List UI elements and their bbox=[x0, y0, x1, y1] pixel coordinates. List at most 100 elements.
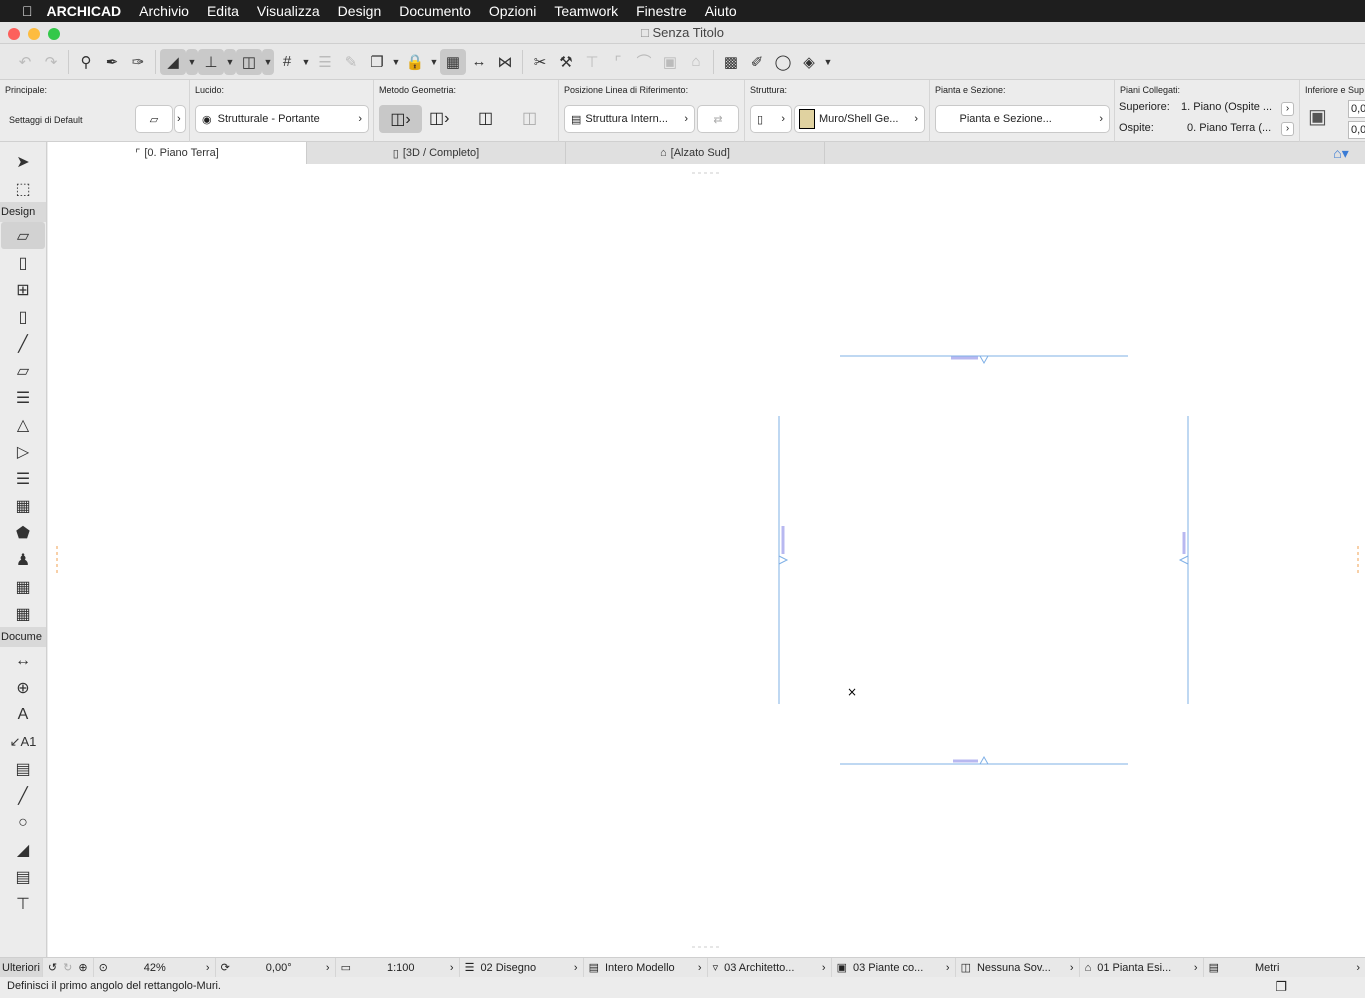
zoom-back-icon[interactable]: ↺ bbox=[48, 961, 57, 974]
layer-select[interactable]: ◉ Strutturale - Portante › bbox=[195, 105, 369, 133]
morph-tool-icon[interactable]: ⬟ bbox=[1, 519, 45, 546]
text-tool-icon[interactable]: A bbox=[1, 701, 45, 728]
pencil-icon[interactable]: ✎ bbox=[338, 49, 364, 75]
trapezoid-wall-method-button[interactable]: ◫ bbox=[478, 108, 493, 128]
section-documento[interactable]: Docume bbox=[0, 627, 46, 647]
more-tools-icon[interactable]: ⊤ bbox=[1, 890, 45, 917]
roof-tool-icon[interactable]: △ bbox=[1, 411, 45, 438]
menu-documento[interactable]: Documento bbox=[399, 3, 471, 19]
settings-chevron[interactable]: › bbox=[174, 105, 186, 133]
polyline-tool-icon[interactable]: ◢ bbox=[1, 836, 45, 863]
drawing-tool-icon[interactable]: ▤ bbox=[1, 863, 45, 890]
intersect-icon[interactable]: ⌜ bbox=[605, 49, 631, 75]
railing-tool-icon[interactable]: ☰ bbox=[1, 465, 45, 492]
guide-lines-icon[interactable]: ◢ bbox=[160, 48, 186, 75]
suspend-groups-icon[interactable]: ▦ bbox=[440, 48, 466, 75]
menu-design[interactable]: Design bbox=[338, 3, 382, 19]
undo-icon[interactable]: ↶ bbox=[12, 49, 38, 75]
slab-tool-icon[interactable]: ▱ bbox=[1, 357, 45, 384]
menu-visualizza[interactable]: Visualizza bbox=[257, 3, 320, 19]
minimize-button[interactable] bbox=[28, 28, 40, 40]
chevron-down-icon[interactable]: ▼ bbox=[428, 49, 440, 75]
lock-icon[interactable]: 🔒 bbox=[402, 49, 428, 75]
zoom-in-icon[interactable]: ⊕ bbox=[78, 961, 87, 974]
menu-teamwork[interactable]: Teamwork bbox=[554, 3, 618, 19]
menu-aiuto[interactable]: Aiuto bbox=[705, 3, 737, 19]
chevron-down-icon[interactable]: ▼ bbox=[822, 49, 834, 75]
dimension-tool-icon[interactable]: ↔ bbox=[1, 647, 45, 674]
top-offset-input[interactable]: 0,0 bbox=[1348, 100, 1365, 118]
bottom-offset-input[interactable]: 0,0 bbox=[1348, 121, 1365, 139]
beam-tool-icon[interactable]: ╱ bbox=[1, 330, 45, 357]
find-select-icon[interactable]: ⚲ bbox=[73, 49, 99, 75]
navigator-button[interactable]: ⌂▾ bbox=[1317, 142, 1365, 164]
offset-icon[interactable]: ▣ bbox=[657, 49, 683, 75]
stair-tool-icon[interactable]: ☰ bbox=[1, 384, 45, 411]
pen-set-select[interactable]: ▿ 03 Architetto... › bbox=[708, 957, 832, 978]
home-story-value[interactable]: 0. Piano Terra (... bbox=[1187, 122, 1271, 134]
units-select[interactable]: ▤ Metri › bbox=[1204, 958, 1365, 978]
structure-type-button[interactable]: ▯ › bbox=[750, 105, 792, 133]
reference-line-select[interactable]: ▤ Struttura Intern... › bbox=[564, 105, 695, 133]
layers-icon[interactable]: ☰ bbox=[312, 49, 338, 75]
menu-finestre[interactable]: Finestre bbox=[636, 3, 687, 19]
zone-tool-icon[interactable]: ▦ bbox=[1, 573, 45, 600]
surface-icon[interactable]: ◈ bbox=[796, 49, 822, 75]
dimension-style-select[interactable]: ▣ 03 Piante co... › bbox=[832, 957, 956, 978]
fillet-icon[interactable]: ⌒ bbox=[631, 49, 657, 75]
explode-icon[interactable]: ▩ bbox=[718, 49, 744, 75]
trim-icon[interactable]: ✂ bbox=[527, 49, 553, 75]
window-tool-icon[interactable]: ⊞ bbox=[1, 276, 45, 303]
top-link-button[interactable]: › bbox=[1281, 102, 1294, 116]
home-story-button[interactable]: › bbox=[1281, 122, 1294, 136]
arc-tool-icon[interactable]: ○ bbox=[1, 809, 45, 836]
tab-3d[interactable]: ▯ [3D / Completo] bbox=[307, 142, 566, 164]
scale-select[interactable]: ▭ 1:100 › bbox=[336, 957, 460, 978]
fill-tool-icon[interactable]: ▤ bbox=[1, 755, 45, 782]
door-tool-icon[interactable]: ▯ bbox=[1, 249, 45, 276]
menu-edita[interactable]: Edita bbox=[207, 3, 239, 19]
window-toggle-icon[interactable]: ❐ bbox=[1275, 978, 1287, 996]
mesh-tool-icon[interactable]: ▦ bbox=[1, 600, 45, 627]
layer-combination-select[interactable]: ☰ 02 Disegno › bbox=[460, 957, 584, 978]
chevron-down-icon[interactable]: ▼ bbox=[262, 48, 274, 75]
chevron-down-icon[interactable]: ▼ bbox=[224, 48, 236, 75]
arrow-tool-icon[interactable]: ➤ bbox=[1, 148, 45, 175]
chevron-down-icon[interactable]: ▼ bbox=[390, 49, 402, 75]
polygon-wall-method-button[interactable]: ◫ bbox=[522, 108, 537, 128]
chevron-down-icon[interactable]: ▼ bbox=[300, 49, 312, 75]
redo-icon[interactable]: ↷ bbox=[38, 49, 64, 75]
column-tool-icon[interactable]: ▯ bbox=[1, 303, 45, 330]
top-link-value[interactable]: 1. Piano (Ospite ... bbox=[1181, 101, 1272, 113]
tab-floor-plan[interactable]: ⌜ [0. Piano Terra] bbox=[48, 142, 307, 164]
line-tool-icon[interactable]: ╱ bbox=[1, 782, 45, 809]
grid-snap-icon[interactable]: # bbox=[274, 49, 300, 75]
shell-tool-icon[interactable]: ▷ bbox=[1, 438, 45, 465]
snap-points-icon[interactable]: ◫ bbox=[236, 48, 262, 75]
marquee-tool-icon[interactable]: ⬚ bbox=[1, 175, 45, 202]
roof-trim-icon[interactable]: ⌂ bbox=[683, 49, 709, 75]
apple-icon[interactable]:  bbox=[22, 3, 33, 19]
flip-reference-button[interactable]: ⇄ bbox=[697, 105, 739, 133]
wall-settings-button[interactable]: ▱ bbox=[135, 105, 173, 133]
model-view-select[interactable]: ▤ Intero Modello › bbox=[584, 957, 708, 978]
dimension-icon[interactable]: ↔ bbox=[466, 49, 492, 75]
curtain-wall-tool-icon[interactable]: ▦ bbox=[1, 492, 45, 519]
snap-guides-icon[interactable]: ⊥ bbox=[198, 48, 224, 75]
rotation-select[interactable]: ⟳ 0,00° › bbox=[216, 957, 336, 978]
drawing-canvas[interactable]: × bbox=[48, 164, 1365, 957]
brush-icon[interactable]: ✐ bbox=[744, 49, 770, 75]
object-tool-icon[interactable]: ♟ bbox=[1, 546, 45, 573]
close-button[interactable] bbox=[8, 28, 20, 40]
more-button[interactable]: Ulteriori bbox=[0, 957, 43, 978]
zoom-button[interactable] bbox=[48, 28, 60, 40]
label-tool-icon[interactable]: ↙A1 bbox=[1, 728, 45, 755]
eyedropper-icon[interactable]: ✒ bbox=[99, 49, 125, 75]
menu-opzioni[interactable]: Opzioni bbox=[489, 3, 536, 19]
zoom-select[interactable]: ⊙ 42% › bbox=[94, 957, 216, 978]
copy-icon[interactable]: ❐ bbox=[364, 49, 390, 75]
menu-archivio[interactable]: Archivio bbox=[139, 3, 189, 19]
solid-ops-icon[interactable]: ◯ bbox=[770, 49, 796, 75]
renovation-filter-select[interactable]: ⌂ 01 Pianta Esi... › bbox=[1080, 957, 1204, 978]
curved-wall-method-button[interactable]: ◫› bbox=[429, 108, 449, 128]
